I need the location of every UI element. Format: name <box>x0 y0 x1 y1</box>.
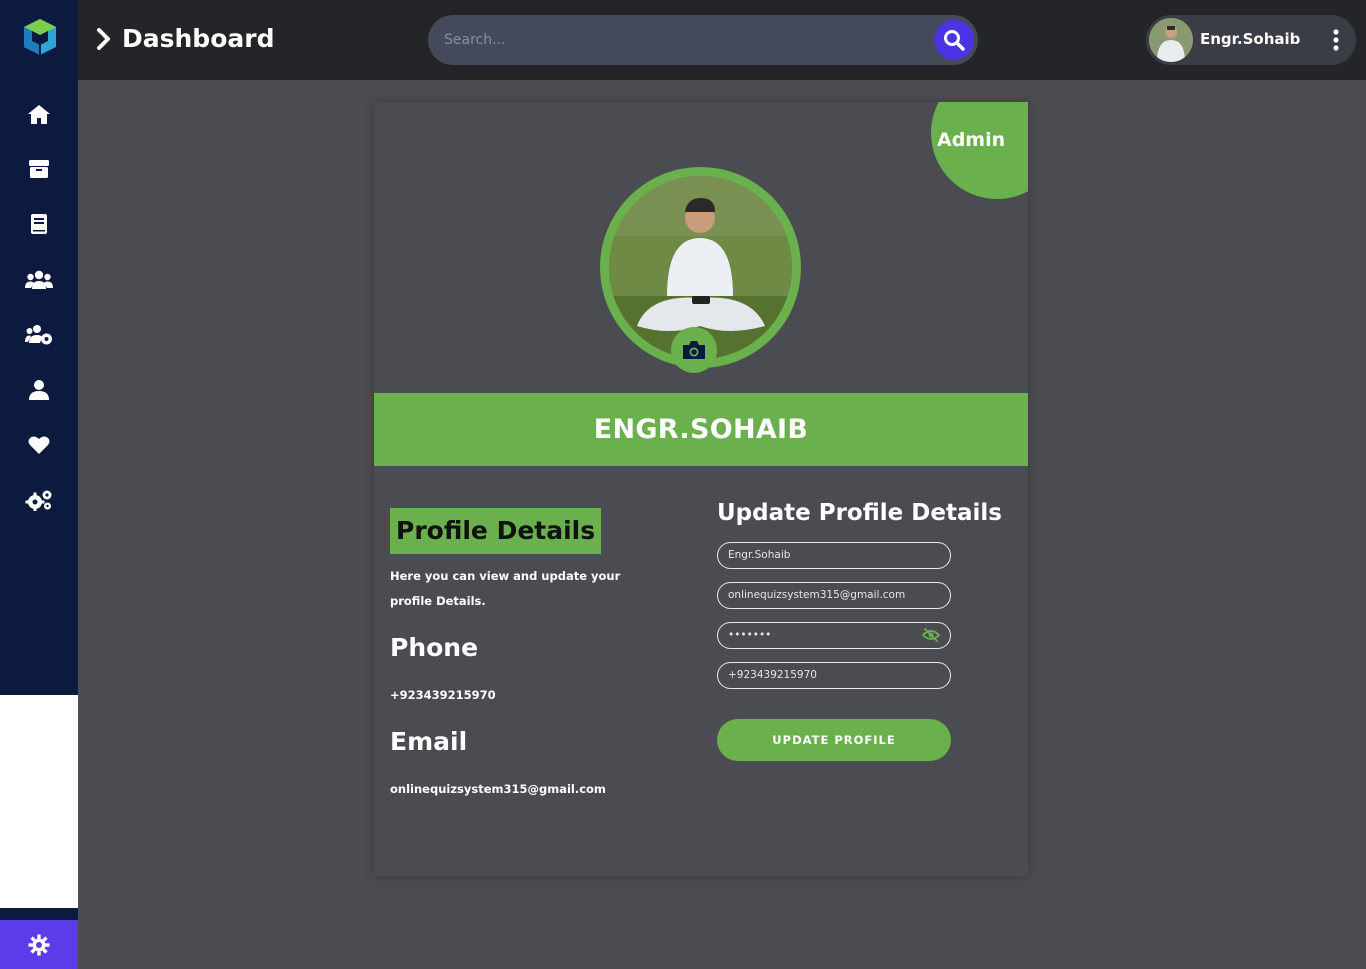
book-icon[interactable] <box>24 211 54 237</box>
camera-icon <box>683 341 705 359</box>
users-icon[interactable] <box>24 267 54 293</box>
update-profile-button[interactable]: UPDATE PROFILE <box>717 719 951 761</box>
phone-field <box>717 662 951 689</box>
profile-card: Admin ENGR.SOHAIB Profile Details Here y… <box>374 102 1028 876</box>
email-value: onlinequizsystem315@gmail.com <box>390 782 606 796</box>
change-photo-button[interactable] <box>671 327 717 373</box>
email-input[interactable] <box>728 583 918 607</box>
search-icon <box>944 30 965 51</box>
avatar[interactable] <box>1149 18 1193 62</box>
user-menu[interactable]: Engr.Sohaib <box>1146 15 1356 65</box>
home-icon[interactable] <box>24 101 54 127</box>
profile-display-name: ENGR.SOHAIB <box>593 414 809 445</box>
users-cog-icon[interactable] <box>24 322 54 348</box>
more-vertical-icon[interactable] <box>1332 29 1340 51</box>
page-title: Dashboard <box>122 24 275 53</box>
name-field <box>717 542 951 569</box>
search-bar <box>428 15 978 65</box>
app-logo-icon[interactable] <box>20 17 60 57</box>
settings-button[interactable] <box>0 920 78 969</box>
search-button[interactable] <box>934 20 974 60</box>
profile-details-description: Here you can view and update your profil… <box>390 569 621 608</box>
phone-label: Phone <box>390 633 479 662</box>
user-name: Engr.Sohaib <box>1200 30 1301 48</box>
profile-name-banner: ENGR.SOHAIB <box>374 393 1028 466</box>
gear-icon <box>28 934 50 955</box>
password-field <box>717 622 951 649</box>
password-input[interactable] <box>728 623 918 647</box>
email-field <box>717 582 951 609</box>
sidebar <box>0 0 78 969</box>
phone-value: +923439215970 <box>390 688 496 702</box>
breadcrumb: Dashboard <box>96 24 274 53</box>
email-label: Email <box>390 727 468 756</box>
role-badge-label: Admin <box>937 129 1006 151</box>
cogs-icon[interactable] <box>24 487 54 513</box>
phone-input[interactable] <box>728 663 918 687</box>
chevron-right-icon[interactable] <box>96 27 112 50</box>
sidebar-nav-panel <box>0 0 78 695</box>
box-icon[interactable] <box>24 156 54 182</box>
search-input[interactable] <box>444 15 924 65</box>
user-icon[interactable] <box>24 377 54 403</box>
heart-icon[interactable] <box>24 432 54 458</box>
profile-details-heading: Profile Details <box>390 508 602 554</box>
update-profile-heading: Update Profile Details <box>717 500 1002 526</box>
name-input[interactable] <box>728 543 918 567</box>
eye-slash-icon[interactable] <box>922 628 940 642</box>
